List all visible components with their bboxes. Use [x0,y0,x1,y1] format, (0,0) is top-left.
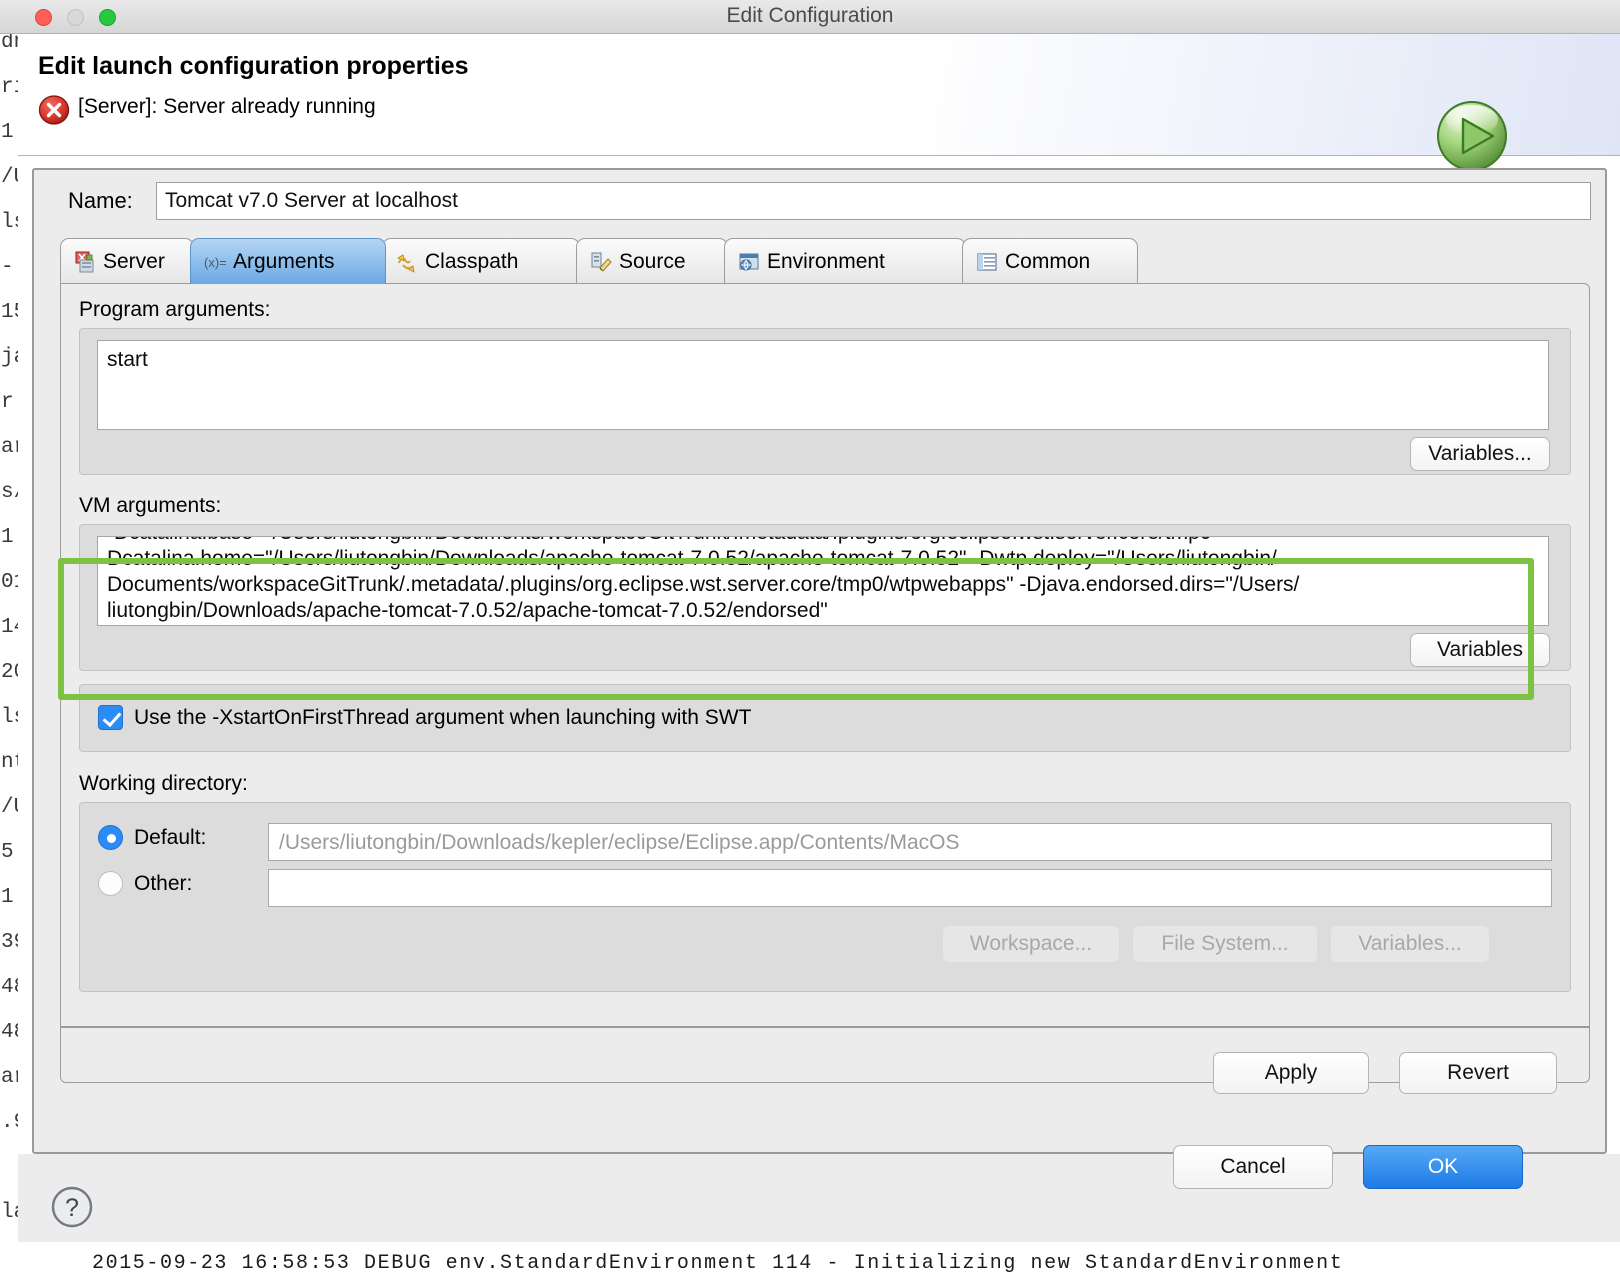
revert-button[interactable]: Revert [1399,1052,1557,1094]
working-directory-default-label: Default: [134,825,207,849]
svg-text:(x)=: (x)= [204,255,227,270]
tab-arguments[interactable]: (x)= Arguments [190,238,386,284]
swt-checkbox-row[interactable]: Use the -XstartOnFirstThread argument wh… [98,705,751,730]
name-label: Name: [68,188,133,213]
error-circle-icon [38,95,70,125]
ok-button[interactable]: OK [1363,1145,1523,1189]
vm-arguments-group: -Dcatalina.base="/Users/liutongbin/Docum… [79,524,1571,671]
vm-arguments-variables-button[interactable]: Variables [1410,633,1550,667]
window-titlebar: Edit Configuration [0,0,1620,34]
working-directory-default-row[interactable]: Default: [98,825,206,850]
program-arguments-variables-button[interactable]: Variables... [1410,437,1550,471]
arguments-icon: (x)= [204,251,227,273]
panel-divider [61,1026,1589,1028]
swt-checkbox[interactable] [98,705,123,730]
environment-icon [738,251,760,273]
tab-environment-label: Environment [767,249,885,273]
screen-root: dn riv 1. /U lse - / 15 ja r - ar s/l 1.… [0,0,1620,1278]
background-console-line: 2015-09-23 16:58:53 DEBUG env.StandardEn… [92,1252,1344,1275]
working-directory-other-radio[interactable] [98,871,123,896]
tab-common-label: Common [1005,249,1091,273]
run-play-icon[interactable] [1432,98,1512,178]
common-icon [976,251,998,273]
tab-common[interactable]: Common [962,238,1138,284]
classpath-icon [396,251,418,273]
tab-strip: Server (x)= Arguments Classpath Source E… [60,238,1590,284]
apply-button[interactable]: Apply [1213,1052,1369,1094]
vm-arguments-line-3: Documents/workspaceGitTrunk/.metadata/.p… [107,573,1300,596]
tab-environment[interactable]: Environment [724,238,966,284]
name-row: Name: Tomcat v7.0 Server at localhost [46,182,1591,220]
name-input[interactable]: Tomcat v7.0 Server at localhost [156,182,1591,220]
vm-arguments-label: VM arguments: [79,494,222,517]
swt-checkbox-group: Use the -XstartOnFirstThread argument wh… [79,684,1571,752]
program-arguments-label: Program arguments: [79,298,271,321]
tab-classpath[interactable]: Classpath [382,238,580,284]
program-arguments-textarea[interactable]: start [97,340,1549,430]
vm-arguments-line-2: Dcatalina.home="/Users/liutongbin/Downlo… [107,547,1277,570]
tab-server[interactable]: Server [60,238,194,284]
working-directory-label: Working directory: [79,772,248,795]
svg-text:?: ? [65,1194,79,1222]
dialog-header: Edit launch configuration properties [Se… [18,34,1620,175]
source-icon [590,251,612,273]
vm-arguments-line-clipped-bottom: liutongbin/Downloads/apache-tomcat-7.0.5… [107,599,828,622]
window-title: Edit Configuration [726,4,894,27]
workspace-button[interactable]: Workspace... [942,925,1120,963]
cancel-button[interactable]: Cancel [1173,1145,1333,1189]
working-directory-other-row[interactable]: Other: [98,871,192,896]
tab-source[interactable]: Source [576,238,728,284]
working-directory-default-radio[interactable] [98,825,123,850]
vm-arguments-textarea[interactable]: -Dcatalina.base="/Users/liutongbin/Docum… [97,536,1549,626]
tab-server-label: Server [103,249,165,273]
vm-arguments-line-clipped-top: -Dcatalina.base="/Users/liutongbin/Docum… [107,537,1539,546]
working-directory-other-input[interactable] [268,869,1552,907]
tab-source-label: Source [619,249,686,273]
edit-configuration-dialog: Edit launch configuration properties [Se… [18,34,1620,1242]
working-directory-group: Default: /Users/liutongbin/Downloads/kep… [79,802,1571,992]
tab-arguments-label: Arguments [233,249,335,273]
working-directory-other-label: Other: [134,871,193,895]
working-directory-variables-button[interactable]: Variables... [1330,925,1490,963]
configuration-panel: Name: Tomcat v7.0 Server at localhost Se… [32,168,1607,1154]
file-system-button[interactable]: File System... [1132,925,1318,963]
arguments-tab-panel: Program arguments: start Variables... VM… [60,283,1590,1094]
help-question-icon[interactable]: ? [51,1186,93,1228]
tab-classpath-label: Classpath [425,249,519,273]
status-message: [Server]: Server already running [78,95,376,118]
page-title: Edit launch configuration properties [38,52,469,80]
working-directory-default-path: /Users/liutongbin/Downloads/kepler/eclip… [268,823,1552,861]
server-icon [74,251,96,273]
swt-checkbox-label: Use the -XstartOnFirstThread argument wh… [134,705,752,729]
program-arguments-group: start Variables... [79,328,1571,475]
